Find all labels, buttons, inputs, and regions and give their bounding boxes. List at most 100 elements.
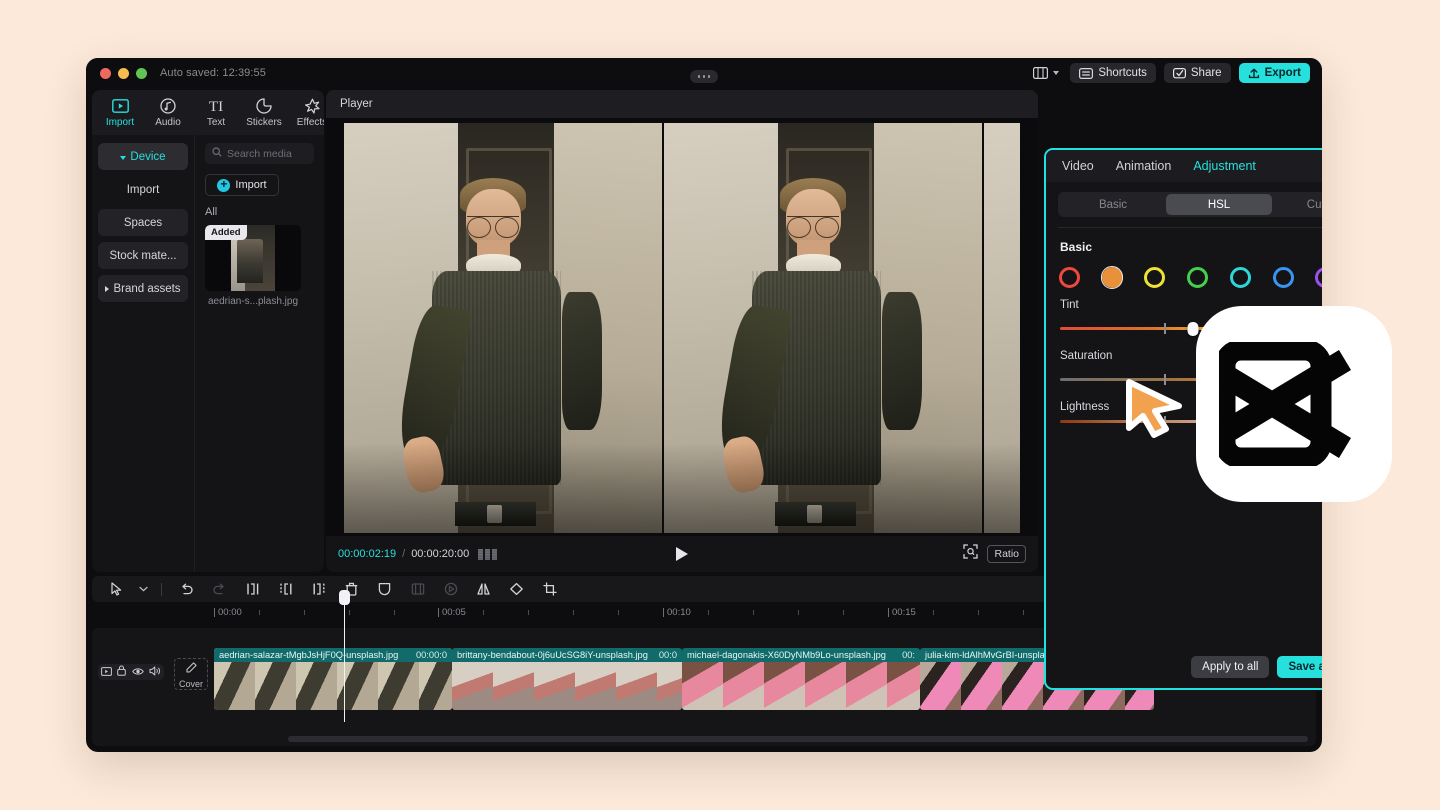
clip-filmstrip [682, 662, 920, 710]
playhead[interactable] [344, 604, 345, 722]
upload-icon [1248, 67, 1260, 79]
sidebar-item-import[interactable]: Import [98, 176, 188, 203]
select-arrow-icon[interactable] [100, 582, 133, 596]
playhead-handle[interactable] [339, 590, 350, 605]
tool-stickers[interactable]: Stickers [240, 98, 288, 128]
rotate-icon[interactable] [500, 582, 533, 596]
swatch-green[interactable] [1187, 267, 1208, 288]
tool-import[interactable]: Import [96, 98, 144, 128]
crop-icon[interactable] [533, 582, 566, 596]
swatch-red[interactable] [1059, 267, 1080, 288]
tab-adjustment[interactable]: Adjustment [1193, 159, 1256, 173]
ruler-label-5: 00:05 [438, 607, 466, 618]
media-item[interactable]: Added aedrian-s...plash.jpg [205, 225, 301, 307]
ratio-button[interactable]: Ratio [987, 545, 1026, 563]
clip-filmstrip [452, 662, 682, 710]
player-right-controls: Ratio [963, 544, 1026, 564]
keyboard-icon [1079, 68, 1093, 79]
tool-text[interactable]: TI Text [192, 98, 240, 128]
swatch-purple[interactable] [1315, 267, 1322, 288]
clip-filmstrip [214, 662, 452, 710]
table-row[interactable]: aedrian-salazar-tMgbJsHjF0Q-unsplash.jpg… [214, 648, 452, 710]
maximize-window-button[interactable] [136, 68, 147, 79]
track-thumbnail-icon[interactable] [101, 663, 112, 681]
table-row[interactable]: brittany-bendabout-0j6uUcSG8iY-unsplash.… [452, 648, 682, 710]
sidebar-item-brand-assets[interactable]: Brand assets [98, 275, 188, 302]
tool-import-label: Import [106, 117, 134, 128]
tab-video[interactable]: Video [1062, 159, 1094, 173]
share-button[interactable]: Share [1164, 63, 1231, 83]
lock-icon[interactable] [117, 663, 126, 681]
cover-button[interactable]: Cover [174, 658, 208, 690]
player-stage[interactable] [326, 118, 1038, 536]
eye-icon[interactable] [132, 663, 144, 681]
chevron-down-icon [120, 156, 126, 160]
segment-basic[interactable]: Basic [1060, 194, 1166, 215]
tool-effects-label: Effects [297, 117, 324, 128]
zoom-fit-icon[interactable] [963, 544, 978, 564]
play-triangle-icon[interactable] [676, 547, 688, 561]
window-controls[interactable]: Auto saved: 12:39:55 [100, 67, 266, 79]
reverse-icon[interactable] [434, 582, 467, 596]
sidebar-item-device[interactable]: Device [98, 143, 188, 170]
media-thumbnail[interactable]: Added [205, 225, 301, 291]
export-button[interactable]: Export [1239, 63, 1310, 83]
search-input[interactable]: Search media [205, 143, 314, 164]
sidebar-item-stock-label: Stock mate... [109, 250, 176, 262]
segment-hsl[interactable]: HSL [1166, 194, 1272, 215]
swatch-cyan[interactable] [1230, 267, 1251, 288]
tool-audio[interactable]: Audio [144, 98, 192, 128]
minimize-window-button[interactable] [118, 68, 129, 79]
swatch-blue[interactable] [1273, 267, 1294, 288]
save-as-preset-button[interactable]: Save as preset [1277, 656, 1322, 678]
player-title: Player [326, 90, 1038, 118]
panel-layout-icon [1033, 67, 1048, 79]
chevron-right-icon [105, 286, 109, 292]
current-timecode[interactable]: 00:00:02:19 [338, 548, 396, 560]
hsl-color-swatches [1059, 267, 1322, 288]
split-icon[interactable] [236, 582, 269, 596]
trim-left-icon[interactable] [269, 582, 302, 596]
clip-track: aedrian-salazar-tMgbJsHjF0Q-unsplash.jpg… [214, 648, 1154, 710]
volume-icon[interactable] [149, 663, 161, 681]
mirror-icon[interactable] [467, 582, 500, 596]
segment-curves[interactable]: Curves [1272, 194, 1322, 215]
sidebar-item-spaces-label: Spaces [124, 217, 162, 229]
chevron-down-icon[interactable] [133, 586, 153, 592]
section-title: Basic [1060, 240, 1092, 254]
undo-icon[interactable] [170, 583, 203, 596]
timeline-scrollbar[interactable] [288, 736, 1308, 742]
tint-center-tick [1164, 323, 1166, 334]
shortcuts-button[interactable]: Shortcuts [1070, 63, 1156, 83]
trim-right-icon[interactable] [302, 582, 335, 596]
sidebar-item-stock-materials[interactable]: Stock mate... [98, 242, 188, 269]
swatch-orange[interactable] [1102, 267, 1123, 288]
mask-shield-icon[interactable] [368, 582, 401, 596]
tint-slider-knob[interactable] [1188, 322, 1199, 336]
media-import-icon [112, 98, 129, 115]
tool-stickers-label: Stickers [246, 117, 282, 128]
apply-to-all-button[interactable]: Apply to all [1191, 656, 1269, 678]
close-window-button[interactable] [100, 68, 111, 79]
layout-switch-button[interactable] [1030, 63, 1062, 83]
sidebar-item-device-label: Device [130, 151, 165, 163]
left-panel-nav: Device Import Spaces Stock mate... Brand… [92, 135, 194, 572]
search-icon [212, 147, 222, 160]
sidebar-item-import-label: Import [127, 184, 160, 196]
video-preview [344, 123, 1020, 533]
tool-audio-label: Audio [155, 117, 181, 128]
adjustment-mode-segments: Basic HSL Curves [1058, 192, 1322, 217]
table-row[interactable]: michael-dagonakis-X60DyNMb9Lo-unsplash.j… [682, 648, 920, 710]
import-media-label: Import [235, 179, 266, 191]
share-icon [1173, 67, 1186, 79]
text-ti-icon: TI [206, 98, 226, 115]
media-filter-all[interactable]: All [205, 206, 314, 218]
redo-icon[interactable] [203, 583, 236, 596]
sidebar-item-spaces[interactable]: Spaces [98, 209, 188, 236]
freeze-frame-icon[interactable] [401, 582, 434, 596]
grid-view-icon[interactable] [478, 549, 497, 560]
import-media-button[interactable]: + Import [205, 174, 279, 196]
tool-effects[interactable]: Effects [288, 98, 324, 128]
swatch-yellow[interactable] [1144, 267, 1165, 288]
tab-animation[interactable]: Animation [1116, 159, 1172, 173]
